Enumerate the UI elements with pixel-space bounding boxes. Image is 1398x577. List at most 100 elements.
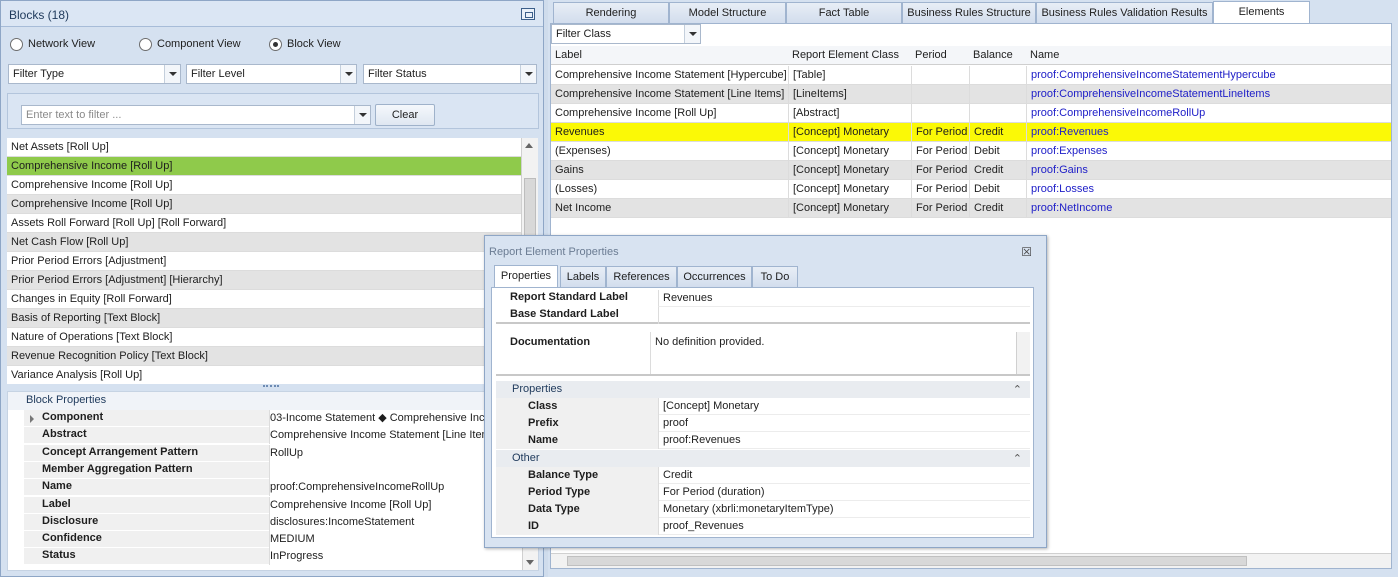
element-cell: [Abstract] [788, 104, 911, 123]
column-header-class[interactable]: Report Element Class [792, 49, 899, 61]
block-list-item[interactable]: Net Cash Flow [Roll Up] [7, 233, 521, 252]
element-row[interactable]: (Expenses) [Concept] Monetary For Period De… [551, 142, 1391, 161]
element-cell: Debit [969, 142, 1026, 161]
tab-labels[interactable]: Labels [560, 266, 606, 287]
property-gutter [496, 415, 658, 432]
element-cell: Comprehensive Income Statement [Hypercub… [555, 69, 787, 81]
block-list-item[interactable]: Net Assets [Roll Up] [7, 138, 521, 157]
scroll-thumb[interactable] [524, 178, 536, 238]
property-row: Period Type For Period (duration) [496, 484, 1030, 501]
base-label-value[interactable] [658, 307, 1030, 324]
collapse-icon[interactable]: ⌃ [1013, 382, 1022, 398]
tab-business-rules-validation-results[interactable]: Business Rules Validation Results [1036, 2, 1213, 23]
tab-properties[interactable]: Properties [494, 265, 558, 288]
text-filter-bar: Enter text to filter ... Clear [7, 93, 539, 129]
block-list-item[interactable]: Comprehensive Income [Roll Up] [7, 176, 521, 195]
element-cell: Credit [969, 199, 1026, 218]
property-value[interactable]: For Period (duration) [658, 484, 1030, 501]
tab-occurrences[interactable]: Occurrences [677, 266, 752, 287]
collapse-icon[interactable]: ⌃ [1013, 451, 1022, 467]
block-property-value[interactable]: InProgress [269, 548, 523, 566]
block-list-item[interactable]: Variance Analysis [Roll Up] [7, 366, 521, 384]
element-cell[interactable]: proof:ComprehensiveIncomeRollUp [1026, 104, 1391, 123]
element-cell[interactable]: proof:Losses [1026, 180, 1391, 199]
block-list-item[interactable]: Revenue Recognition Policy [Text Block] [7, 347, 521, 366]
element-cell: For Period [911, 123, 969, 142]
column-header-balance[interactable]: Balance [973, 49, 1013, 61]
element-row[interactable]: Net Income [Concept] Monetary For Period Cr… [551, 199, 1391, 218]
standard-label-value[interactable]: Revenues [658, 290, 1030, 307]
property-value[interactable]: Credit [658, 467, 1030, 484]
grid-horizontal-scrollbar[interactable] [551, 553, 1391, 568]
column-header-period[interactable]: Period [915, 49, 947, 61]
network-view-radio[interactable]: Network View [10, 36, 95, 52]
block-property-key: Status [42, 549, 76, 562]
element-cell: Comprehensive Income [Roll Up] [555, 107, 717, 119]
tab-model-structure[interactable]: Model Structure [669, 2, 786, 23]
properties-section-header[interactable]: Properties ⌃ [496, 381, 1030, 398]
block-list-item[interactable]: Changes in Equity [Roll Forward] [7, 290, 521, 309]
property-row: Balance Type Credit [496, 467, 1030, 484]
property-value[interactable]: proof [658, 415, 1030, 432]
element-row[interactable]: Gains [Concept] Monetary For Period Credit p… [551, 161, 1391, 180]
element-row[interactable]: Comprehensive Income Statement [Line Ite… [551, 85, 1391, 104]
standard-label-block: Report Standard Label Revenues Base Stan… [496, 290, 1030, 324]
element-cell[interactable]: proof:Revenues [1026, 123, 1391, 142]
grid-header: Label Report Element Class Period Balanc… [551, 46, 1391, 65]
element-cell: [Concept] Monetary [788, 180, 911, 199]
column-header-name[interactable]: Name [1030, 49, 1059, 61]
block-list-item[interactable]: Prior Period Errors [Adjustment] [7, 252, 521, 271]
element-row[interactable]: Comprehensive Income Statement [Hypercub… [551, 66, 1391, 85]
component-view-radio[interactable]: Component View [139, 36, 241, 52]
element-cell[interactable]: proof:Gains [1026, 161, 1391, 180]
property-row: ID proof_Revenues [496, 518, 1030, 535]
element-row[interactable]: Revenues [Concept] Monetary For Period Cred… [551, 123, 1391, 142]
tab-rendering[interactable]: Rendering [553, 2, 669, 23]
close-icon[interactable]: ☒ [1021, 245, 1032, 259]
blocks-panel: Blocks (18) Network View Component View … [0, 0, 544, 577]
filter-class-select[interactable]: Filter Class [551, 24, 701, 44]
element-row[interactable]: Comprehensive Income [Roll Up] [Abstract]… [551, 104, 1391, 123]
pin-icon[interactable] [521, 8, 535, 20]
property-value[interactable]: proof_Revenues [658, 518, 1030, 535]
tab-references[interactable]: References [606, 266, 677, 287]
element-cell[interactable]: proof:ComprehensiveIncomeStatementHyperc… [1026, 66, 1391, 85]
scroll-thumb[interactable] [567, 556, 1247, 566]
block-list-item[interactable]: Assets Roll Forward [Roll Up] [Roll Forw… [7, 214, 521, 233]
block-list-item[interactable]: Comprehensive Income [Roll Up] [7, 195, 521, 214]
documentation-value[interactable]: No definition provided. [650, 332, 1016, 374]
element-cell: [Concept] Monetary [788, 199, 911, 218]
block-properties-title: Block Properties [8, 392, 538, 410]
column-header-label[interactable]: Label [555, 49, 582, 61]
expand-icon[interactable] [30, 415, 34, 423]
filter-level-select[interactable]: Filter Level [186, 64, 357, 84]
block-list-item[interactable]: Comprehensive Income [Roll Up] [7, 157, 521, 176]
filter-status-select[interactable]: Filter Status [363, 64, 537, 84]
text-filter-input[interactable]: Enter text to filter ... [21, 105, 371, 125]
block-list-item[interactable]: Prior Period Errors [Adjustment] [Hierar… [7, 271, 521, 290]
property-value[interactable]: Monetary (xbrli:monetaryItemType) [658, 501, 1030, 518]
property-value[interactable]: proof:Revenues [658, 432, 1030, 449]
block-property-row: Label Comprehensive Income [Roll Up] [8, 496, 523, 514]
scroll-down-icon[interactable] [526, 560, 534, 565]
chevron-down-icon [164, 65, 180, 83]
splitter-grip[interactable] [263, 385, 279, 388]
tab-business-rules-structure[interactable]: Business Rules Structure [902, 2, 1036, 23]
element-cell[interactable]: proof:Expenses [1026, 142, 1391, 161]
filter-type-select[interactable]: Filter Type [8, 64, 181, 84]
tab-elements[interactable]: Elements [1213, 1, 1310, 24]
element-cell [911, 104, 969, 123]
element-cell[interactable]: proof:NetIncome [1026, 199, 1391, 218]
other-section-header[interactable]: Other ⌃ [496, 450, 1030, 467]
scroll-up-icon[interactable] [525, 143, 533, 148]
element-cell[interactable]: proof:ComprehensiveIncomeStatementLineIt… [1026, 85, 1391, 104]
clear-button[interactable]: Clear [375, 104, 435, 126]
block-list-item[interactable]: Basis of Reporting [Text Block] [7, 309, 521, 328]
block-list-item[interactable]: Nature of Operations [Text Block] [7, 328, 521, 347]
tab-fact-table[interactable]: Fact Table [786, 2, 902, 23]
tab-to-do[interactable]: To Do [752, 266, 798, 287]
property-value[interactable]: [Concept] Monetary [658, 398, 1030, 415]
block-view-radio[interactable]: Block View [269, 36, 341, 52]
element-row[interactable]: (Losses) [Concept] Monetary For Period Debi… [551, 180, 1391, 199]
documentation-scrollbar[interactable] [1016, 332, 1030, 374]
